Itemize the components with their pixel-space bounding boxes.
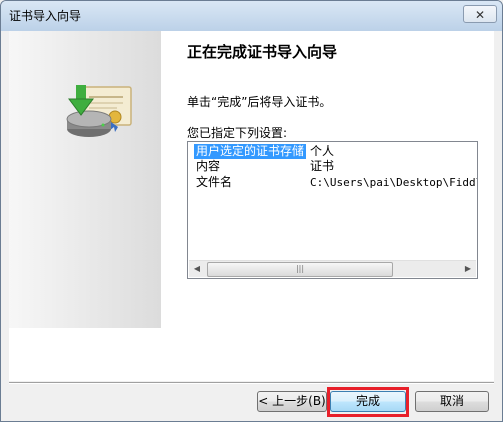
wizard-side-panel (9, 31, 161, 328)
settings-row-filename[interactable]: 文件名 C:\Users\pai\Desktop\Fiddl (194, 175, 478, 190)
settings-list[interactable]: 用户选定的证书存储 个人 内容 证书 文件名 C:\Users\pai\Desk… (187, 141, 478, 279)
settings-list-label: 您已指定下列设置: (187, 126, 288, 140)
setting-key: 文件名 (196, 175, 233, 189)
certificate-import-wizard-window: 证书导入向导 ✕ 正在完成证书导入向导 单击“完成”后将导入证书。 您已指定下列… (0, 0, 503, 422)
setting-value: C:\Users\pai\Desktop\Fiddl (310, 176, 478, 189)
back-button[interactable]: < 上一步(B) (257, 391, 327, 412)
wizard-content: 正在完成证书导入向导 单击“完成”后将导入证书。 您已指定下列设置: 用户选定的… (9, 31, 494, 381)
scroll-left-icon[interactable]: ◀ (189, 261, 205, 277)
settings-row-store[interactable]: 用户选定的证书存储 个人 (194, 144, 477, 159)
button-separator (9, 382, 494, 384)
scroll-right-icon[interactable]: ▶ (460, 261, 476, 277)
horizontal-scrollbar[interactable]: ◀ ||| ▶ (189, 260, 476, 277)
page-description: 单击“完成”后将导入证书。 (187, 95, 332, 109)
window-title: 证书导入向导 (9, 9, 82, 23)
settings-row-content[interactable]: 内容 证书 (194, 159, 477, 174)
finish-button[interactable]: 完成 (330, 391, 406, 412)
certificate-import-icon (66, 85, 132, 137)
cancel-button[interactable]: 取消 (415, 391, 489, 412)
title-bar: 证书导入向导 ✕ (1, 1, 502, 31)
close-icon: ✕ (474, 8, 486, 22)
scroll-grip-icon: ||| (295, 264, 305, 273)
setting-key: 用户选定的证书存储 (194, 144, 307, 159)
setting-key: 内容 (196, 159, 221, 173)
page-heading: 正在完成证书导入向导 (187, 43, 338, 61)
scroll-thumb[interactable]: ||| (207, 262, 393, 277)
close-button[interactable]: ✕ (463, 5, 497, 23)
setting-value: 证书 (310, 159, 335, 173)
setting-value: 个人 (310, 144, 335, 158)
